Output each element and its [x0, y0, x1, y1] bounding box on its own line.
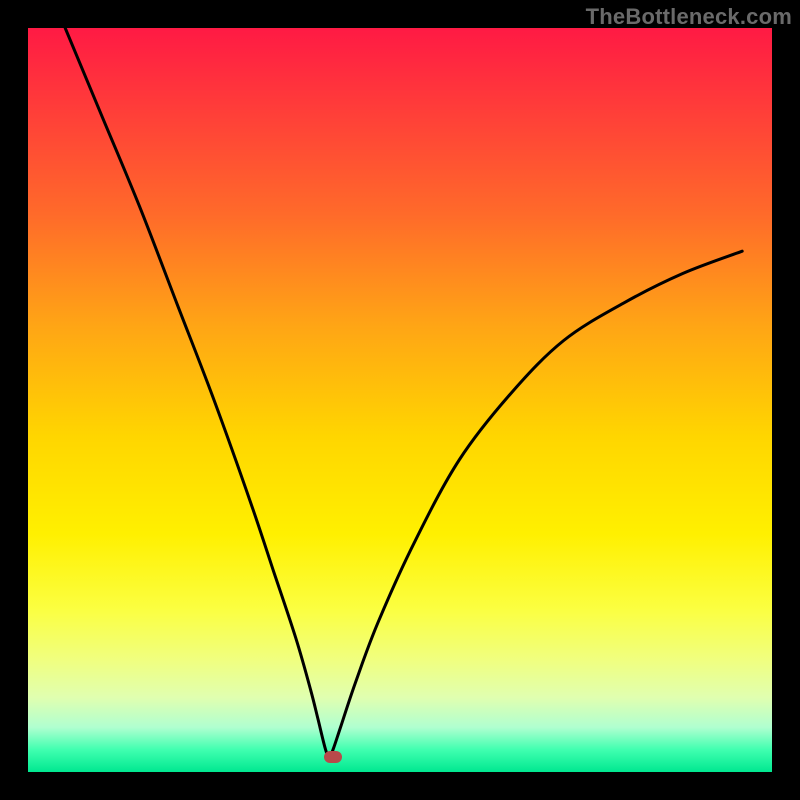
bottleneck-curve: [28, 28, 772, 772]
dip-marker: [324, 751, 342, 763]
chart-container: TheBottleneck.com: [0, 0, 800, 800]
watermark-text: TheBottleneck.com: [586, 4, 792, 30]
